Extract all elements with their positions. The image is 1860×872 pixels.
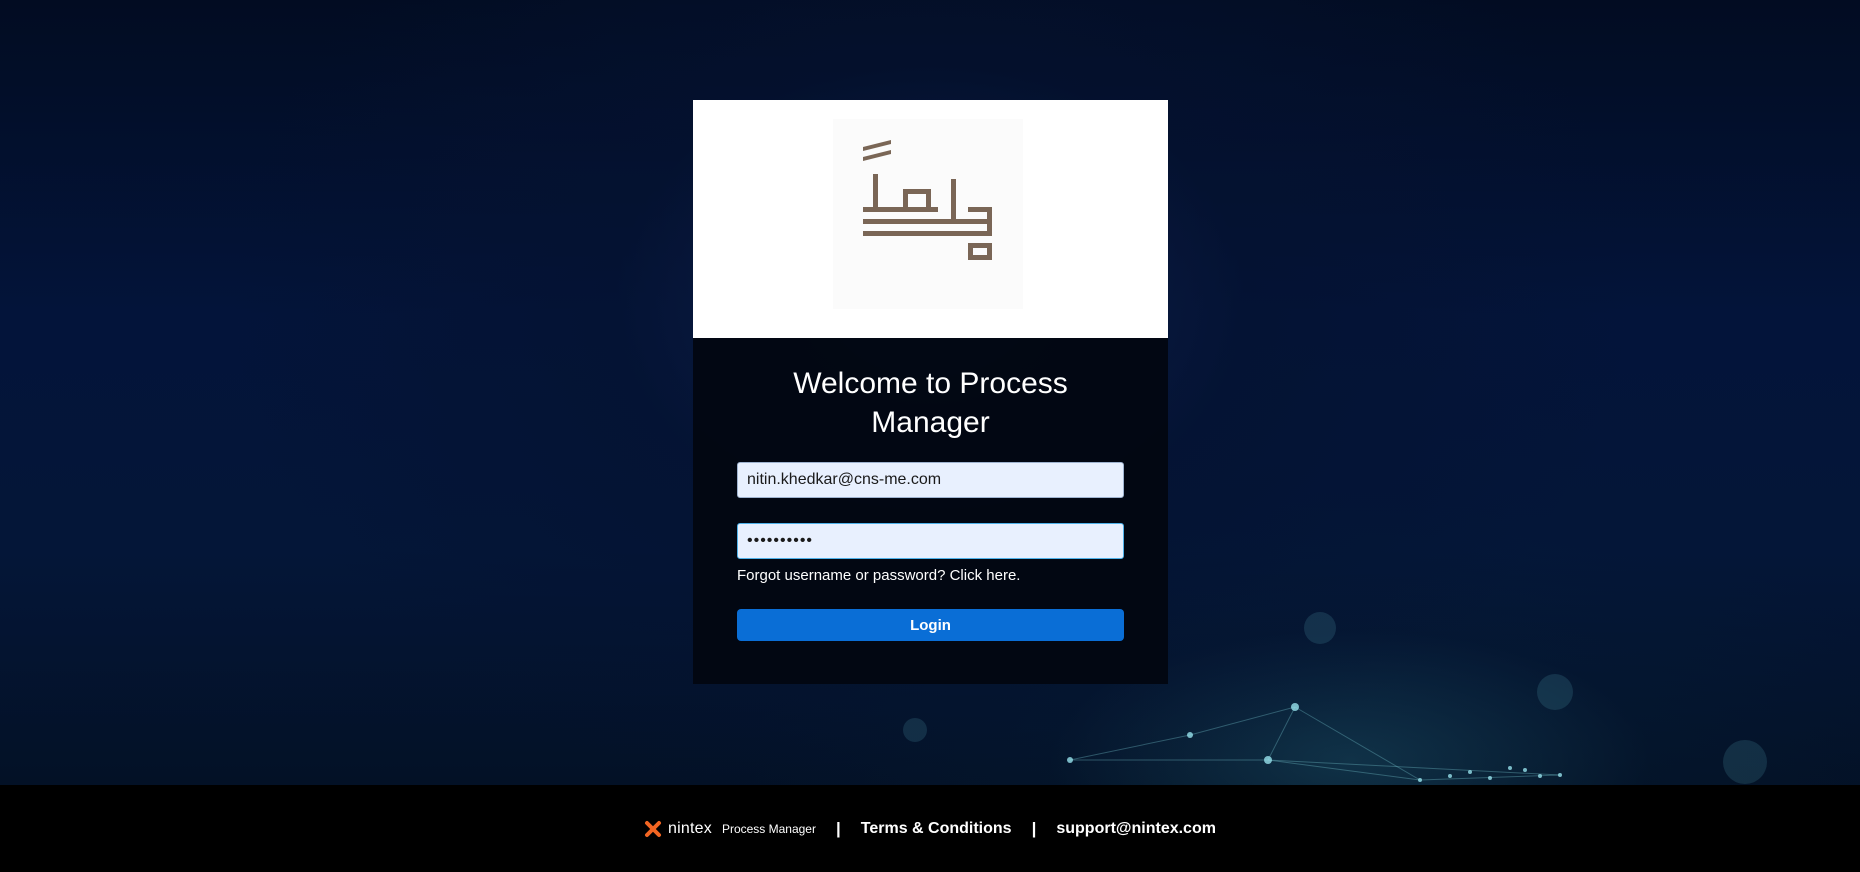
login-button[interactable]: Login	[737, 609, 1124, 641]
nintex-x-icon	[645, 820, 662, 837]
brand-product: Process Manager	[721, 821, 816, 836]
support-email-link[interactable]: support@nintex.com	[1056, 820, 1216, 838]
footer-separator: |	[1031, 818, 1037, 838]
arabic-calligraphy-logo-icon	[833, 119, 1023, 309]
password-input[interactable]	[737, 523, 1124, 559]
forgot-credentials-link[interactable]: Forgot username or password? Click here.	[737, 567, 1020, 584]
terms-link[interactable]: Terms & Conditions	[861, 820, 1012, 838]
welcome-title: Welcome to Process Manager	[793, 367, 1068, 439]
brand-name: nintex	[668, 819, 712, 837]
nintex-brand: nintex Process Manager	[644, 820, 816, 838]
footer-separator: |	[835, 818, 841, 838]
login-card: Welcome to Process Manager Forgot userna…	[693, 100, 1168, 684]
footer: nintex Process Manager | Terms & Conditi…	[0, 785, 1860, 872]
username-input[interactable]	[737, 462, 1124, 498]
footer-content: nintex Process Manager | Terms & Conditi…	[0, 785, 1860, 872]
logo-panel	[693, 100, 1168, 338]
